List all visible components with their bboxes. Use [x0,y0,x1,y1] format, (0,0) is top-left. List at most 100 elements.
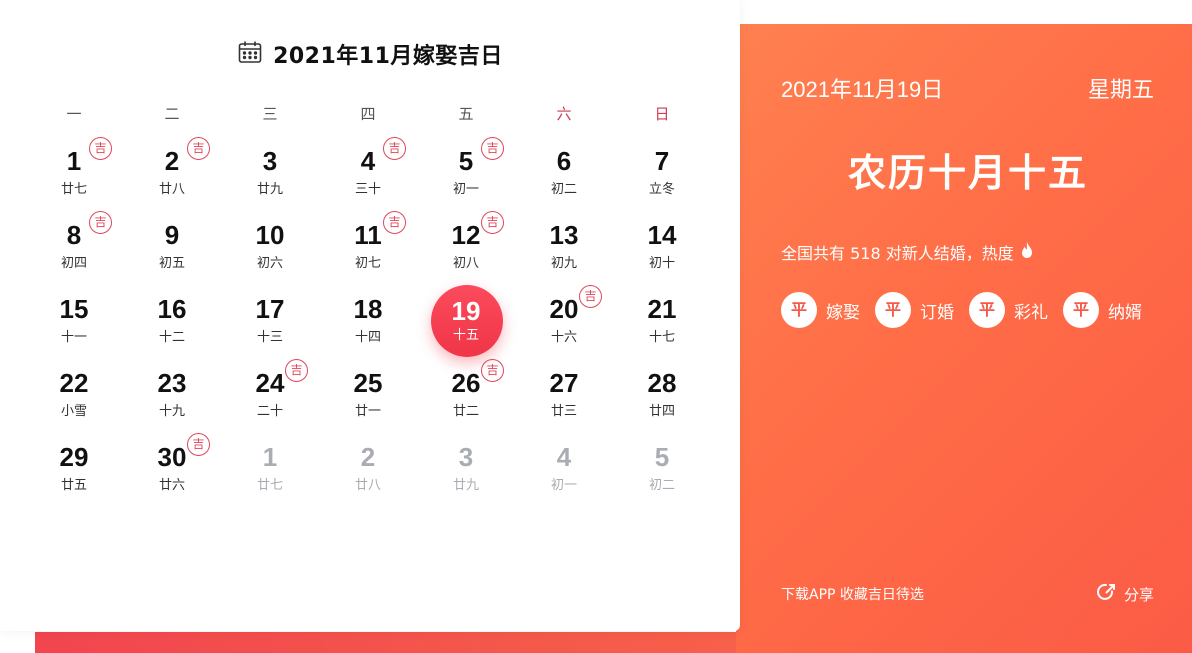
weekday-sat: 六 [556,105,572,123]
day-number: 23 [157,368,187,398]
calendar-day[interactable]: 7 立冬 [613,136,711,210]
tag-label: 彩礼 [1014,302,1048,323]
day-number: 14 [647,220,677,250]
calendar-title: 2021年11月嫁娶吉日 [273,44,503,69]
day-lunar: 廿九 [452,478,479,493]
calendar-day[interactable]: 29 廿五 [25,432,123,506]
tag-label: 订婚 [920,302,954,323]
auspicious-badge: 吉 [481,359,504,382]
day-number: 1 [262,442,278,472]
tag-naxu: 平 纳婿 [1063,292,1142,328]
day-lunar: 十二 [158,330,185,345]
calendar-day[interactable]: 1 廿七 [221,432,319,506]
day-lunar: 立冬 [648,182,675,197]
day-lunar: 十一 [60,330,87,345]
day-number: 3 [262,146,278,176]
day-lunar: 初六 [256,256,283,271]
calendar-day[interactable]: 27 廿三 [515,358,613,432]
calendar-day[interactable]: 2 廿八 [319,432,417,506]
calendar-day[interactable]: 30 廿六吉 [123,432,221,506]
tag-badge: 平 [969,292,1005,328]
auspicious-badge: 吉 [383,211,406,234]
wedding-stat-text: 全国共有 518 对新人结婚，热度 [781,244,1014,263]
calendar-day[interactable]: 11 初七吉 [319,210,417,284]
calendar-day[interactable]: 10 初六 [221,210,319,284]
day-lunar: 初七 [354,256,381,271]
day-lunar: 初一 [550,478,577,493]
calendar-day[interactable]: 22 小雪 [25,358,123,432]
calendar-icon [237,39,263,69]
day-number: 21 [647,294,677,324]
share-icon [1096,582,1116,606]
calendar-day[interactable]: 6 初二 [515,136,613,210]
calendar-day[interactable]: 21 十七 [613,284,711,358]
day-number: 13 [549,220,579,250]
tag-dinghun: 平 订婚 [875,292,954,328]
day-lunar: 十三 [256,330,283,345]
auspicious-badge: 吉 [481,211,504,234]
day-number: 4 [556,442,572,472]
calendar-day[interactable]: 4 三十吉 [319,136,417,210]
tag-label: 嫁娶 [826,302,860,323]
day-lunar: 初九 [550,256,577,271]
day-number: 2 [360,442,376,472]
tag-jiaqu: 平 嫁娶 [781,292,860,328]
tag-label: 纳婿 [1108,302,1142,323]
calendar-day[interactable]: 9 初五 [123,210,221,284]
day-number: 17 [255,294,285,324]
calendar-day[interactable]: 4 初一 [515,432,613,506]
calendar-day[interactable]: 23 十九 [123,358,221,432]
tag-badge: 平 [1063,292,1099,328]
calendar-day[interactable]: 17 十三 [221,284,319,358]
tag-badge: 平 [875,292,911,328]
day-lunar: 初五 [158,256,185,271]
day-lunar: 十五 [452,328,479,343]
calendar-day[interactable]: 3 廿九 [221,136,319,210]
day-lunar: 初四 [60,256,87,271]
calendar-day[interactable]: 1 廿七吉 [25,136,123,210]
selected-weekday: 星期五 [1087,78,1154,103]
download-app-link[interactable]: 下载APP 收藏吉日待选 [781,584,924,604]
calendar-day[interactable]: 14 初十 [613,210,711,284]
weekday-tue: 二 [164,105,180,123]
day-lunar: 廿五 [60,478,87,493]
day-lunar: 廿四 [648,404,675,419]
day-lunar: 初二 [550,182,577,197]
calendar-day-selected[interactable]: 19 十五 [417,284,515,358]
share-button[interactable]: 分享 [1096,582,1154,606]
day-lunar: 廿七 [60,182,87,197]
auspicious-badge: 吉 [481,137,504,160]
calendar-day[interactable]: 5 初二 [613,432,711,506]
calendar-day[interactable]: 15 十一 [25,284,123,358]
auspicious-badge: 吉 [187,137,210,160]
auspicious-badge: 吉 [89,137,112,160]
calendar-day[interactable]: 28 廿四 [613,358,711,432]
day-number: 6 [556,146,572,176]
calendar-day[interactable]: 16 十二 [123,284,221,358]
auspicious-badge: 吉 [89,211,112,234]
calendar-day[interactable]: 24 二十吉 [221,358,319,432]
calendar-day[interactable]: 12 初八吉 [417,210,515,284]
day-number: 22 [59,368,89,398]
calendar-day[interactable]: 13 初九 [515,210,613,284]
calendar-day[interactable]: 8 初四吉 [25,210,123,284]
calendar-day[interactable]: 26 廿二吉 [417,358,515,432]
day-number: 9 [164,220,180,250]
calendar-day[interactable]: 20 十六吉 [515,284,613,358]
calendar-day[interactable]: 3 廿九 [417,432,515,506]
day-number: 28 [647,368,677,398]
day-lunar: 十六 [550,330,577,345]
flame-icon [1020,241,1034,263]
day-number: 16 [157,294,187,324]
day-detail-panel: 2021年11月19日 星期五 农历十月十五 全国共有 518 对新人结婚，热度… [736,24,1192,653]
day-number: 5 [654,442,670,472]
calendar-day[interactable]: 2 廿八吉 [123,136,221,210]
calendar-day[interactable]: 18 十四 [319,284,417,358]
day-number: 7 [654,146,670,176]
day-number: 15 [59,294,89,324]
calendar-day[interactable]: 25 廿一 [319,358,417,432]
day-number: 27 [549,368,579,398]
calendar-header: 2021年11月嫁娶吉日 [0,38,740,70]
day-lunar: 廿七 [256,478,283,493]
calendar-day[interactable]: 5 初一吉 [417,136,515,210]
